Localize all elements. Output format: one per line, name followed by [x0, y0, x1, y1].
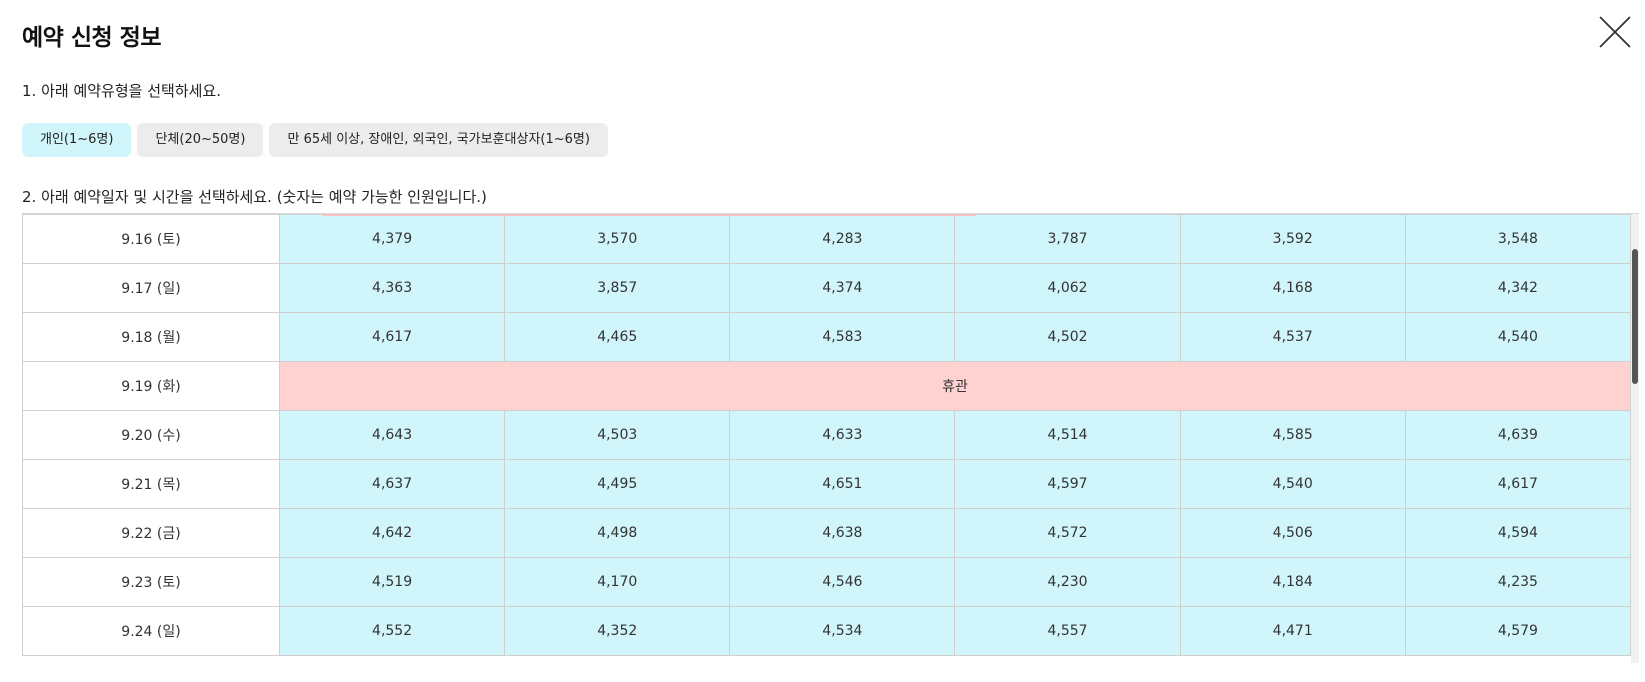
date-cell: 9.23 (토) — [22, 557, 280, 607]
slot-cell[interactable]: 4,235 — [1404, 557, 1632, 607]
slot-cell[interactable]: 3,592 — [1179, 214, 1406, 264]
date-cell: 9.20 (수) — [22, 410, 280, 460]
slot-cell[interactable]: 3,787 — [954, 214, 1181, 264]
table-row: 9.16 (토) 4,379 3,570 4,283 3,787 3,592 3,548 — [22, 214, 1632, 264]
slot-cell[interactable]: 4,552 — [278, 606, 506, 656]
step2-label: 2. 아래 예약일자 및 시간을 선택하세요. (숫자는 예약 가능한 인원입니… — [22, 188, 487, 206]
slot-cell[interactable]: 4,572 — [954, 508, 1181, 558]
slot-cell[interactable]: 4,597 — [954, 459, 1181, 509]
reservation-type-group: 개인(1~6명) 단체(20~50명) 만 65세 이상, 장애인, 외국인, … — [22, 123, 608, 157]
date-cell: 9.19 (화) — [22, 361, 280, 411]
schedule-table-container: 9.16 (토) 4,379 3,570 4,283 3,787 3,592 3,548 9.… — [22, 213, 1639, 663]
slot-cell[interactable]: 4,534 — [729, 606, 956, 656]
date-cell: 9.24 (일) — [22, 606, 280, 656]
table-row: 9.19 (화) 휴관 — [22, 361, 1631, 411]
type-button-group[interactable]: 단체(20~50명) — [137, 123, 264, 157]
table-row: 9.17 (일) 4,363 3,857 4,374 4,062 4,168 4,342 — [22, 263, 1632, 313]
table-top-accent — [322, 214, 976, 216]
close-icon — [1599, 16, 1631, 48]
date-cell: 9.18 (월) — [22, 312, 280, 362]
slot-cell[interactable]: 4,502 — [954, 312, 1181, 362]
table-row: 9.22 (금) 4,642 4,498 4,638 4,572 4,506 4,594 — [22, 508, 1632, 558]
table-row: 9.23 (토) 4,519 4,170 4,546 4,230 4,184 4,235 — [22, 557, 1632, 607]
slot-cell[interactable]: 4,498 — [504, 508, 731, 558]
slot-cell[interactable]: 3,857 — [504, 263, 731, 313]
modal-title: 예약 신청 정보 — [22, 25, 161, 51]
type-button-individual[interactable]: 개인(1~6명) — [22, 123, 132, 157]
slot-cell[interactable]: 4,514 — [954, 410, 1181, 460]
date-cell: 9.22 (금) — [22, 508, 280, 558]
slot-cell[interactable]: 4,363 — [278, 263, 506, 313]
slot-cell[interactable]: 4,379 — [278, 214, 506, 264]
slot-cell[interactable]: 4,546 — [729, 557, 956, 607]
slot-cell[interactable]: 4,540 — [1179, 459, 1406, 509]
slot-cell[interactable]: 4,557 — [954, 606, 1181, 656]
slot-cell[interactable]: 4,170 — [504, 557, 731, 607]
slot-cell[interactable]: 4,638 — [729, 508, 956, 558]
slot-cell[interactable]: 4,617 — [278, 312, 506, 362]
slot-cell[interactable]: 4,230 — [954, 557, 1181, 607]
date-cell: 9.16 (토) — [22, 214, 280, 264]
slot-cell[interactable]: 4,506 — [1179, 508, 1406, 558]
schedule-table: 9.16 (토) 4,379 3,570 4,283 3,787 3,592 3,548 9.… — [22, 214, 1632, 656]
slot-cell[interactable]: 3,548 — [1404, 214, 1632, 264]
slot-cell[interactable]: 4,495 — [504, 459, 731, 509]
slot-cell[interactable]: 4,583 — [729, 312, 956, 362]
slot-cell[interactable]: 4,374 — [729, 263, 956, 313]
slot-cell[interactable]: 4,651 — [729, 459, 956, 509]
slot-cell[interactable]: 4,465 — [504, 312, 731, 362]
slot-cell[interactable]: 3,570 — [504, 214, 731, 264]
type-button-special[interactable]: 만 65세 이상, 장애인, 외국인, 국가보훈대상자(1~6명) — [269, 123, 608, 157]
slot-cell[interactable]: 4,503 — [504, 410, 731, 460]
close-button[interactable] — [1597, 14, 1633, 50]
slot-cell[interactable]: 4,639 — [1404, 410, 1632, 460]
slot-cell[interactable]: 4,352 — [504, 606, 731, 656]
date-cell: 9.21 (목) — [22, 459, 280, 509]
slot-cell[interactable]: 4,585 — [1179, 410, 1406, 460]
slot-cell[interactable]: 4,184 — [1179, 557, 1406, 607]
slot-cell[interactable]: 4,642 — [278, 508, 506, 558]
reservation-modal: 예약 신청 정보 1. 아래 예약유형을 선택하세요. 개인(1~6명) 단체(… — [0, 0, 1645, 682]
slot-cell[interactable]: 4,342 — [1404, 263, 1632, 313]
slot-cell[interactable]: 4,168 — [1179, 263, 1406, 313]
slot-cell[interactable]: 4,579 — [1404, 606, 1632, 656]
step1-label: 1. 아래 예약유형을 선택하세요. — [22, 82, 221, 100]
slot-cell[interactable]: 4,594 — [1404, 508, 1632, 558]
slot-cell[interactable]: 4,540 — [1404, 312, 1632, 362]
slot-cell[interactable]: 4,471 — [1179, 606, 1406, 656]
slot-cell[interactable]: 4,062 — [954, 263, 1181, 313]
table-row: 9.24 (일) 4,552 4,352 4,534 4,557 4,471 4,579 — [22, 606, 1632, 656]
slot-cell[interactable]: 4,637 — [278, 459, 506, 509]
table-row: 9.18 (월) 4,617 4,465 4,583 4,502 4,537 4,540 — [22, 312, 1632, 362]
date-cell: 9.17 (일) — [22, 263, 280, 313]
slot-cell[interactable]: 4,643 — [278, 410, 506, 460]
scrollbar-thumb[interactable] — [1632, 249, 1638, 384]
slot-cell[interactable]: 4,633 — [729, 410, 956, 460]
slot-cell[interactable]: 4,617 — [1404, 459, 1632, 509]
table-row: 9.20 (수) 4,643 4,503 4,633 4,514 4,585 4,639 — [22, 410, 1632, 460]
slot-cell[interactable]: 4,537 — [1179, 312, 1406, 362]
slot-cell[interactable]: 4,283 — [729, 214, 956, 264]
slot-cell[interactable]: 4,519 — [278, 557, 506, 607]
table-row: 9.21 (목) 4,637 4,495 4,651 4,597 4,540 4,617 — [22, 459, 1632, 509]
closed-cell: 휴관 — [279, 361, 1631, 411]
